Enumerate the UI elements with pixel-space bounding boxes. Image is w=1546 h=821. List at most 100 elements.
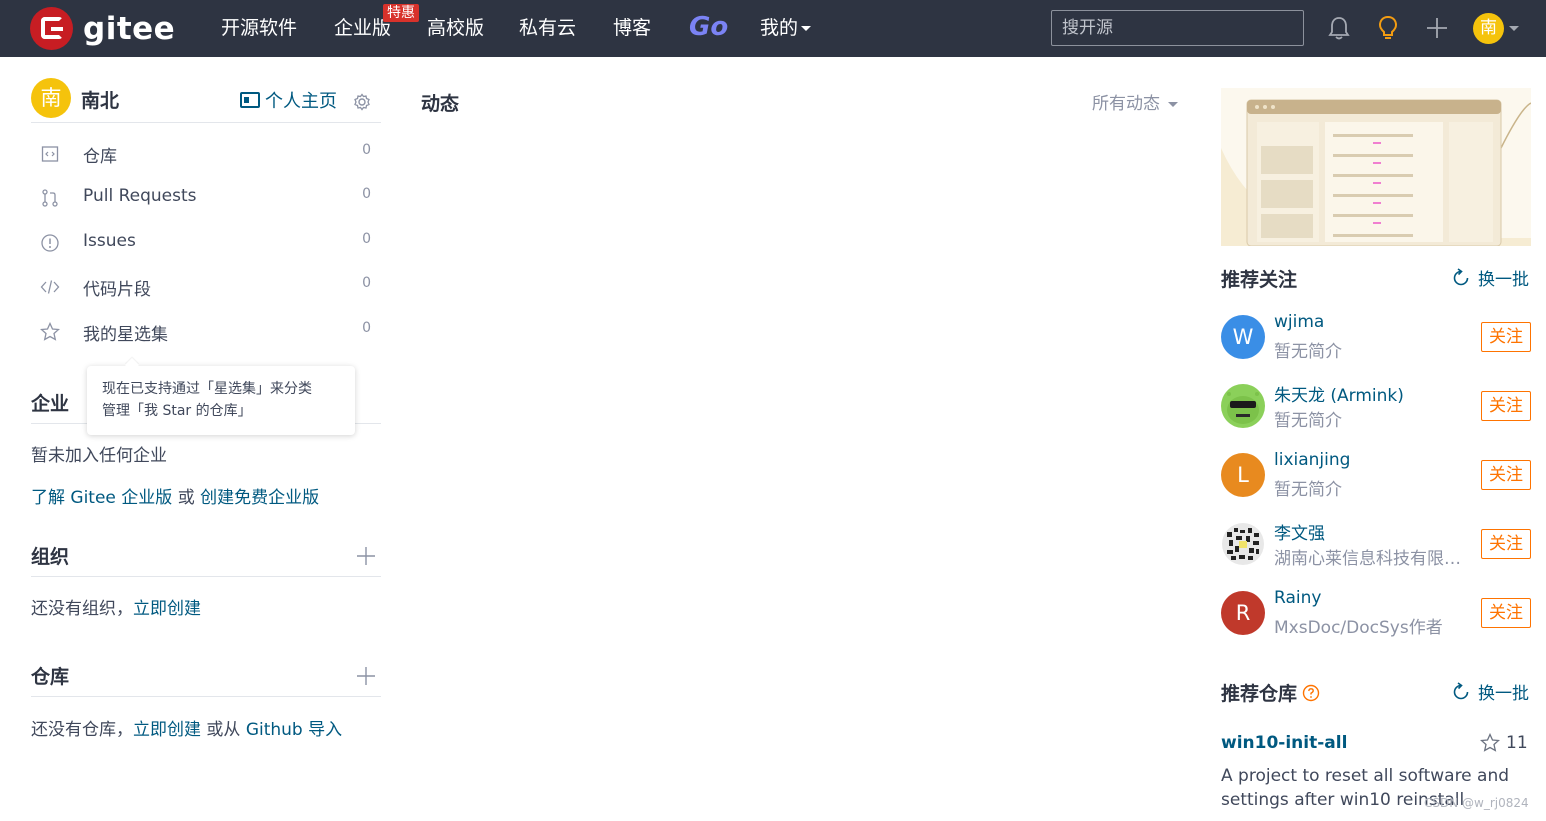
learn-enterprise-link[interactable]: 了解 Gitee 企业版	[31, 488, 172, 508]
feed-title: 动态	[421, 93, 460, 115]
or-text: 或从	[206, 720, 241, 740]
menu-item-count: 0	[362, 231, 371, 247]
menu-item-count: 0	[362, 186, 371, 202]
recommended-user-name[interactable]: 李文强	[1274, 519, 1325, 544]
create-org-link[interactable]: 立即创建	[133, 599, 201, 619]
user-header: 南 南北 个人主页	[31, 78, 381, 123]
tooltip-line: 现在已支持通过「星选集」来分类	[102, 381, 312, 397]
avatar[interactable]: R	[1221, 591, 1265, 635]
star-icon	[40, 322, 60, 341]
gitee-logo-icon	[30, 7, 73, 50]
menu-item-pull-requests[interactable]: Pull Requests 0	[31, 176, 381, 220]
avatar[interactable]	[1221, 522, 1265, 566]
repo-star-count: 11	[1506, 733, 1528, 753]
follow-button[interactable]: 关注	[1481, 322, 1531, 352]
recommended-user-name[interactable]: wjima	[1274, 312, 1324, 332]
repo-star-button[interactable]: 11	[1480, 733, 1528, 753]
promo-banner-illustration	[1221, 99, 1531, 246]
personal-home-label: 个人主页	[265, 91, 337, 112]
user-avatar-nav[interactable]: 南	[1473, 13, 1504, 44]
nav-university[interactable]: 高校版	[427, 16, 484, 40]
bell-icon[interactable]	[1325, 14, 1353, 42]
code-icon	[40, 280, 60, 294]
menu-item-label: 仓库	[83, 147, 117, 167]
nav-private-cloud[interactable]: 私有云	[519, 16, 576, 40]
gitee-logo[interactable]: gitee	[30, 7, 175, 50]
org-text: 还没有组织，	[31, 599, 133, 619]
nav-mine[interactable]: 我的	[760, 16, 812, 40]
avatar[interactable]: L	[1221, 453, 1265, 497]
star-icon	[1480, 733, 1500, 752]
star-collection-tooltip: 现在已支持通过「星选集」来分类 管理「我 Star 的仓库」	[87, 366, 355, 435]
org-empty-text: 还没有组织，立即创建	[31, 594, 201, 619]
menu-item-repos[interactable]: 仓库 0	[31, 132, 381, 176]
menu-item-star-collections[interactable]: 我的星选集 0	[31, 310, 381, 354]
recommended-user-desc: MxsDoc/DocSys作者	[1274, 618, 1443, 638]
nav-open-source[interactable]: 开源软件	[221, 16, 297, 40]
refresh-label: 换一批	[1478, 270, 1529, 290]
org-title: 组织	[31, 546, 70, 568]
recommended-user-name[interactable]: lixianjing	[1274, 450, 1350, 470]
recommended-user: 朱天龙 (Armink) 暂无简介 关注	[1221, 381, 1531, 431]
avatar[interactable]	[1221, 384, 1265, 428]
recommended-user-desc: 暂无简介	[1274, 480, 1342, 500]
logo-text: gitee	[83, 10, 176, 47]
repos-section-title: 仓库	[31, 662, 381, 697]
follow-button[interactable]: 关注	[1481, 529, 1531, 559]
enterprise-links: 了解 Gitee 企业版 或 创建免费企业版	[31, 483, 319, 508]
search-input[interactable]	[1051, 10, 1304, 46]
user-name[interactable]: 南北	[81, 86, 119, 113]
repo-icon	[41, 146, 59, 162]
nav-blog[interactable]: 博客	[613, 16, 651, 40]
refresh-repos-button[interactable]: 换一批	[1451, 679, 1529, 704]
enterprise-empty-text: 暂未加入任何企业	[31, 446, 167, 466]
watermark: CSDN @w_rj0824	[1424, 796, 1529, 810]
create-repo-link[interactable]: 立即创建	[133, 720, 201, 740]
recommended-repo-name[interactable]: win10-init-all	[1221, 733, 1347, 753]
plus-icon[interactable]	[1423, 14, 1451, 42]
enterprise-title: 企业	[31, 393, 70, 415]
personal-home-link[interactable]: 个人主页	[240, 87, 337, 113]
menu-item-snippets[interactable]: 代码片段 0	[31, 265, 381, 309]
help-icon[interactable]	[1302, 684, 1320, 702]
promo-banner[interactable]	[1221, 88, 1531, 246]
lightbulb-icon[interactable]	[1374, 14, 1402, 42]
repos-empty-text: 还没有仓库，立即创建 或从 Github 导入	[31, 715, 342, 740]
add-org-plus-icon[interactable]	[356, 546, 376, 566]
menu-item-count: 0	[362, 275, 371, 291]
github-import-link[interactable]: Github 导入	[246, 720, 342, 740]
refresh-label: 换一批	[1478, 684, 1529, 704]
chevron-down-icon[interactable]	[1509, 26, 1519, 31]
menu-item-count: 0	[362, 320, 371, 336]
create-enterprise-link[interactable]: 创建免费企业版	[200, 488, 319, 508]
or-text: 或	[177, 488, 195, 508]
feed-filter-label: 所有动态	[1092, 94, 1160, 114]
avatar[interactable]: 南	[31, 78, 71, 118]
menu-item-label: Issues	[83, 231, 136, 251]
menu-item-issues[interactable]: Issues 0	[31, 221, 381, 265]
repos-text: 还没有仓库，	[31, 720, 133, 740]
recommend-repos-header: 推荐仓库	[1221, 679, 1320, 706]
recommend-users-title: 推荐关注	[1221, 269, 1298, 291]
top-navbar: gitee 开源软件 企业版 特惠 高校版 私有云 博客 Go 我的 南	[0, 0, 1546, 57]
tooltip-line: 管理「我 Star 的仓库」	[102, 403, 252, 419]
follow-button[interactable]: 关注	[1481, 598, 1531, 628]
nav-go[interactable]: Go	[689, 12, 728, 42]
org-section-title: 组织	[31, 542, 381, 577]
add-repo-plus-icon[interactable]	[356, 666, 376, 686]
feed-filter-dropdown[interactable]: 所有动态	[1092, 89, 1178, 114]
gear-icon[interactable]	[353, 93, 371, 111]
qr-avatar-icon	[1222, 523, 1264, 565]
nav-mine-label: 我的	[760, 17, 799, 39]
refresh-users-button[interactable]: 换一批	[1451, 265, 1529, 290]
discount-badge: 特惠	[383, 4, 419, 22]
pull-request-icon	[42, 189, 58, 207]
menu-item-label: 代码片段	[83, 280, 151, 300]
follow-button[interactable]: 关注	[1481, 460, 1531, 490]
menu-item-label: Pull Requests	[83, 186, 197, 206]
avatar[interactable]: W	[1221, 315, 1265, 359]
android-avatar-icon	[1227, 392, 1259, 424]
recommended-user-name[interactable]: Rainy	[1274, 588, 1321, 608]
follow-button[interactable]: 关注	[1481, 391, 1531, 421]
recommended-user-name[interactable]: 朱天龙 (Armink)	[1274, 381, 1404, 406]
